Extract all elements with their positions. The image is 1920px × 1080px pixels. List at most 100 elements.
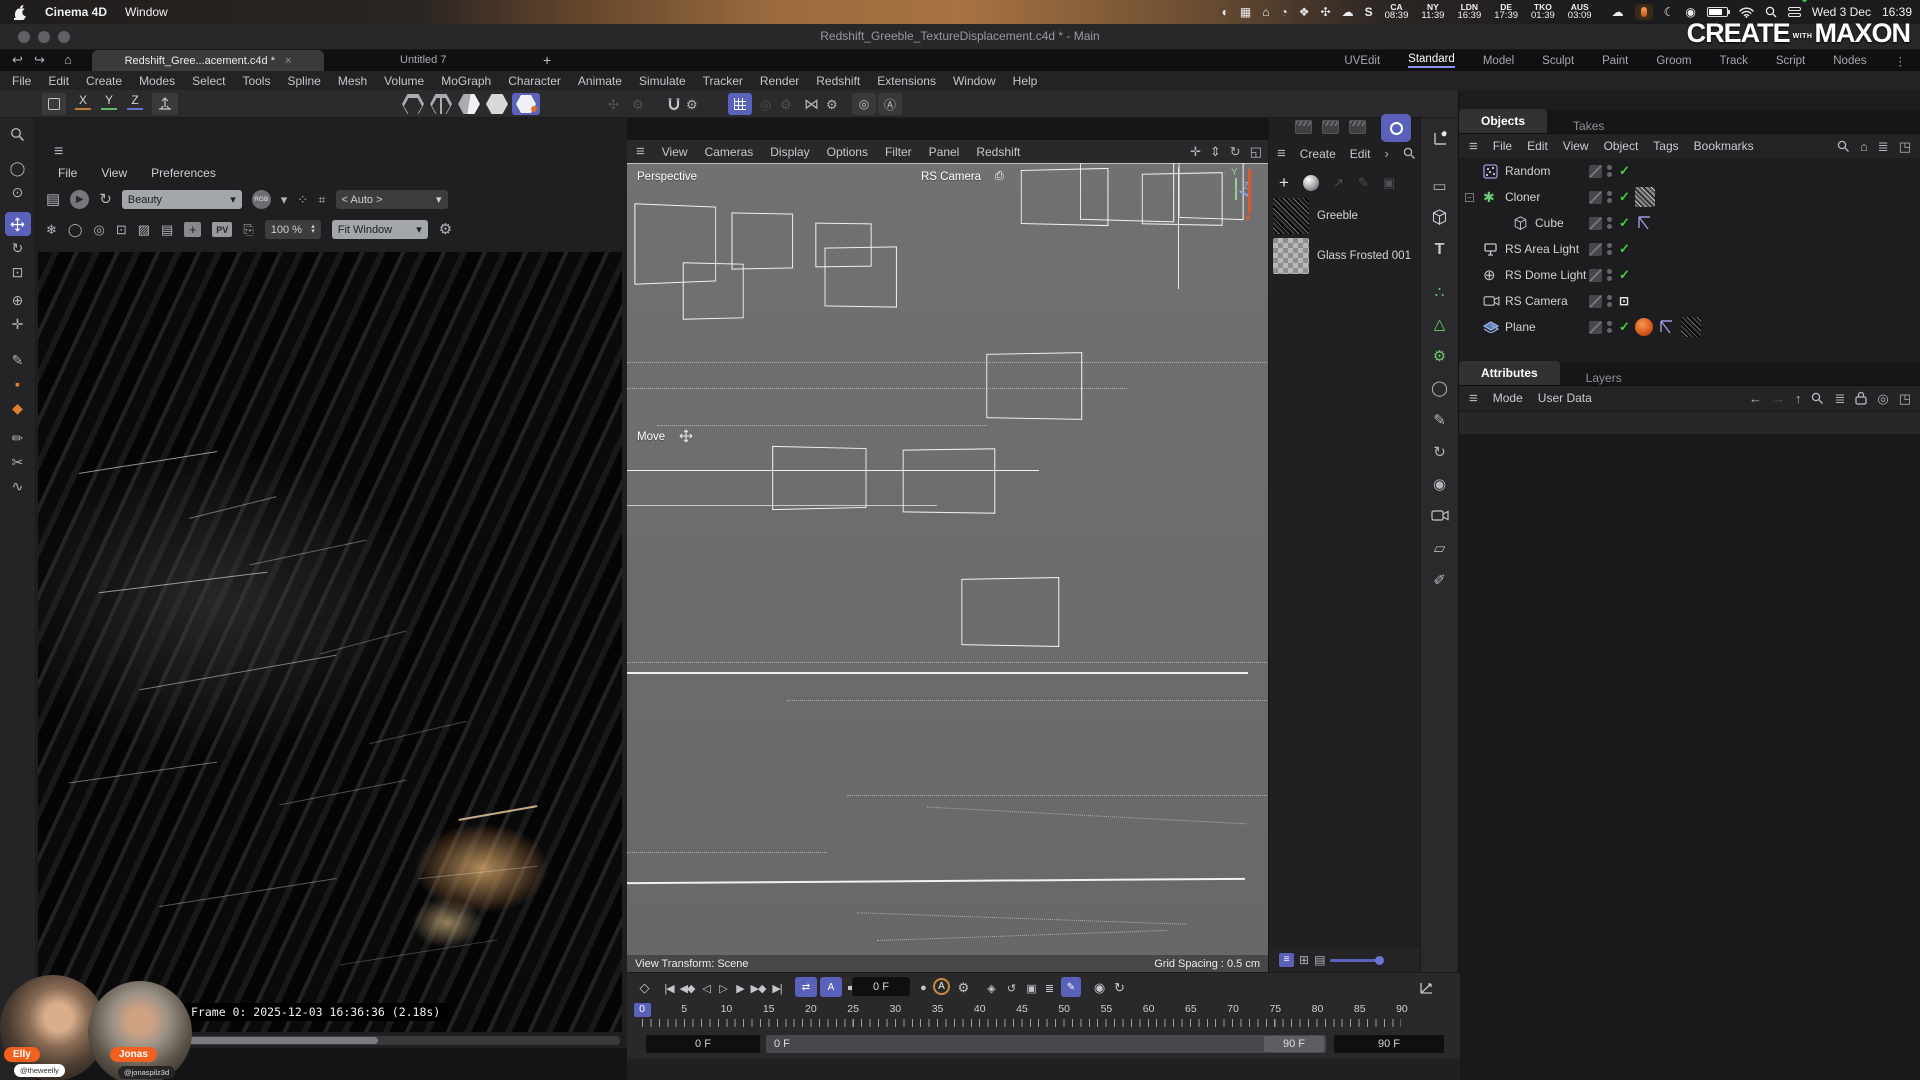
material-name[interactable]: Glass Frosted 001 xyxy=(1317,250,1411,262)
menubar-time[interactable]: 16:39 xyxy=(1882,5,1912,19)
timeline-start-field[interactable]: 0 F xyxy=(646,1035,760,1053)
goto-end-icon[interactable]: ▶| xyxy=(769,978,785,998)
keyframe-diamond-icon[interactable]: ◇ xyxy=(635,978,653,998)
scale-tool-icon[interactable]: ⊡ xyxy=(5,260,31,284)
menu-simulate[interactable]: Simulate xyxy=(639,74,686,88)
camera-active-icon[interactable]: ⊡ xyxy=(1619,294,1629,308)
edit-toggle[interactable] xyxy=(1589,321,1602,334)
keyframe-selection-button[interactable]: ✎ xyxy=(1061,977,1081,997)
objects-menu-bookmarks[interactable]: Bookmarks xyxy=(1694,139,1754,153)
materials-menu-edit[interactable]: Edit xyxy=(1350,147,1371,161)
visibility-dots[interactable] xyxy=(1607,295,1612,307)
enabled-check-icon[interactable]: ✓ xyxy=(1619,319,1630,335)
viewport-menu-options[interactable]: Options xyxy=(827,145,868,159)
render-refresh-icon[interactable]: ↻ xyxy=(99,192,112,207)
texture-tag-icon[interactable] xyxy=(1635,187,1655,207)
renderview-menu-view[interactable]: View xyxy=(101,166,127,180)
mode-points-icon[interactable] xyxy=(400,93,426,115)
renderview-hamburger-icon[interactable]: ≡ xyxy=(54,144,63,160)
history-back-icon[interactable]: ← xyxy=(1749,392,1762,405)
render-clapper-icon[interactable]: ▤ xyxy=(46,192,60,207)
viewport-pan-icon[interactable]: ✛ xyxy=(1190,145,1201,158)
tab-takes[interactable]: Takes xyxy=(1547,119,1630,133)
marker-orange-icon[interactable]: ▪ xyxy=(5,372,31,396)
solo-off-icon[interactable]: ◉ xyxy=(1091,978,1107,998)
enabled-check-icon[interactable]: ✓ xyxy=(1619,267,1630,283)
fit-mode-dropdown[interactable]: Fit Window▾ xyxy=(332,220,428,239)
axis-x-toggle[interactable]: X xyxy=(72,93,94,114)
visibility-dots[interactable] xyxy=(1607,217,1612,229)
document-tab-untitled[interactable]: Untitled 7 xyxy=(400,54,446,66)
record-rotation-icon[interactable]: ↺ xyxy=(1003,978,1019,998)
collapse-expander[interactable]: − xyxy=(1465,193,1474,202)
edit-toggle[interactable] xyxy=(1589,191,1602,204)
undo-bar-icon[interactable] xyxy=(42,93,66,115)
thumbnail-size-slider[interactable] xyxy=(1330,959,1382,962)
cycle-icon[interactable]: ↻ xyxy=(1111,978,1127,998)
object-row-random[interactable]: Random ✓ xyxy=(1459,158,1920,184)
screen-record-icon[interactable]: ◐ xyxy=(1222,6,1229,18)
objects-menu-object[interactable]: Object xyxy=(1604,139,1639,153)
object-row-cube[interactable]: Cube ✓ xyxy=(1459,210,1920,236)
channel-dropdown-icon[interactable]: ▾ xyxy=(281,193,288,206)
objects-popout-icon[interactable]: ◳ xyxy=(1899,140,1911,153)
deformer-rotate-icon[interactable]: ↻ xyxy=(1427,440,1453,463)
spline-pen-icon[interactable]: ✎ xyxy=(1427,408,1453,431)
document-tab-active[interactable]: Redshift_Gree...acement.c4d * × xyxy=(92,50,324,71)
viewport-menu-redshift[interactable]: Redshift xyxy=(976,145,1020,159)
play-button-icon[interactable]: ▷ xyxy=(716,978,730,998)
render-play-icon[interactable]: ▶ xyxy=(70,190,89,209)
mograph-field-icon[interactable]: ⚙ xyxy=(1427,344,1453,367)
channel-rgb-button[interactable]: RGB xyxy=(252,190,271,209)
layout-overflow-icon[interactable]: ⋮ xyxy=(1895,54,1907,68)
render-picture-viewer-icon[interactable] xyxy=(1322,120,1339,134)
picture-viewer-button[interactable]: PV xyxy=(212,222,232,237)
object-row-cloner[interactable]: − ✱ Cloner ✓ xyxy=(1459,184,1920,210)
next-key-icon[interactable]: ▶◆ xyxy=(750,978,766,998)
spline-primitive-icon[interactable]: ▭ xyxy=(1427,174,1453,197)
menubar-app-name[interactable]: Cinema 4D xyxy=(45,5,107,19)
menu-mesh[interactable]: Mesh xyxy=(338,74,367,88)
live-selection-tool-icon[interactable]: ◯ xyxy=(5,156,31,180)
torch-status-icon[interactable] xyxy=(1635,4,1653,20)
visibility-dots[interactable] xyxy=(1607,191,1612,203)
add-material-icon[interactable]: + xyxy=(1279,174,1289,191)
weather-icon[interactable]: ☁ xyxy=(1612,6,1624,18)
record-params-icon[interactable]: ≣ xyxy=(1041,978,1057,998)
people-icon[interactable]: ❖ xyxy=(1299,6,1310,18)
mode-model-icon[interactable] xyxy=(484,93,510,115)
floor-stage-icon[interactable]: ▱ xyxy=(1427,536,1453,559)
texture-tag-icon[interactable] xyxy=(1681,317,1701,337)
axis-y-toggle[interactable]: Y xyxy=(98,93,120,114)
menu-mograph[interactable]: MoGraph xyxy=(441,74,491,88)
corner-tag-icon[interactable] xyxy=(1659,319,1675,335)
frame-snap-button[interactable]: A xyxy=(820,977,842,997)
viewport-zoom-tool-icon[interactable] xyxy=(5,122,31,146)
prev-frame-icon[interactable]: ◁ xyxy=(699,978,713,998)
edit-toggle[interactable] xyxy=(1589,243,1602,256)
attributes-menu-mode[interactable]: Mode xyxy=(1493,391,1523,405)
quantize-grid-icon[interactable] xyxy=(728,93,752,115)
timeline-ruler[interactable]: 051015202530354045505560657075808590 xyxy=(630,1003,1414,1015)
visibility-dots[interactable] xyxy=(1607,321,1612,333)
camera-create-icon[interactable] xyxy=(1427,504,1453,527)
attributes-popout-icon[interactable]: ◳ xyxy=(1899,392,1911,405)
layout-tab-standard[interactable]: Standard xyxy=(1408,53,1455,68)
lock-icon[interactable] xyxy=(1855,391,1867,405)
layout-tab-groom[interactable]: Groom xyxy=(1656,55,1691,67)
viewport-orbit-icon[interactable]: ↻ xyxy=(1230,145,1241,158)
objects-menu-tags[interactable]: Tags xyxy=(1653,139,1678,153)
calendar-icon[interactable]: ▦ xyxy=(1240,6,1251,18)
menubar-date[interactable]: Wed 3 Dec xyxy=(1812,5,1871,19)
last-tool-icon[interactable]: ✛ xyxy=(5,312,31,336)
record-scale-icon[interactable]: ▣ xyxy=(1023,978,1039,998)
mode-polygons-icon[interactable] xyxy=(456,93,482,115)
layout-tab-paint[interactable]: Paint xyxy=(1602,55,1628,67)
home-app-icon[interactable]: ⌂ xyxy=(1262,6,1269,18)
menu-edit[interactable]: Edit xyxy=(48,74,69,88)
menu-tools[interactable]: Tools xyxy=(242,74,270,88)
timeline-end-field[interactable]: 90 F xyxy=(1334,1035,1444,1053)
axis-center-icon[interactable]: ◎ xyxy=(852,93,876,115)
camera-lock-icon[interactable]: ⎙ xyxy=(995,171,1004,182)
viewport-menu-filter[interactable]: Filter xyxy=(885,145,912,159)
